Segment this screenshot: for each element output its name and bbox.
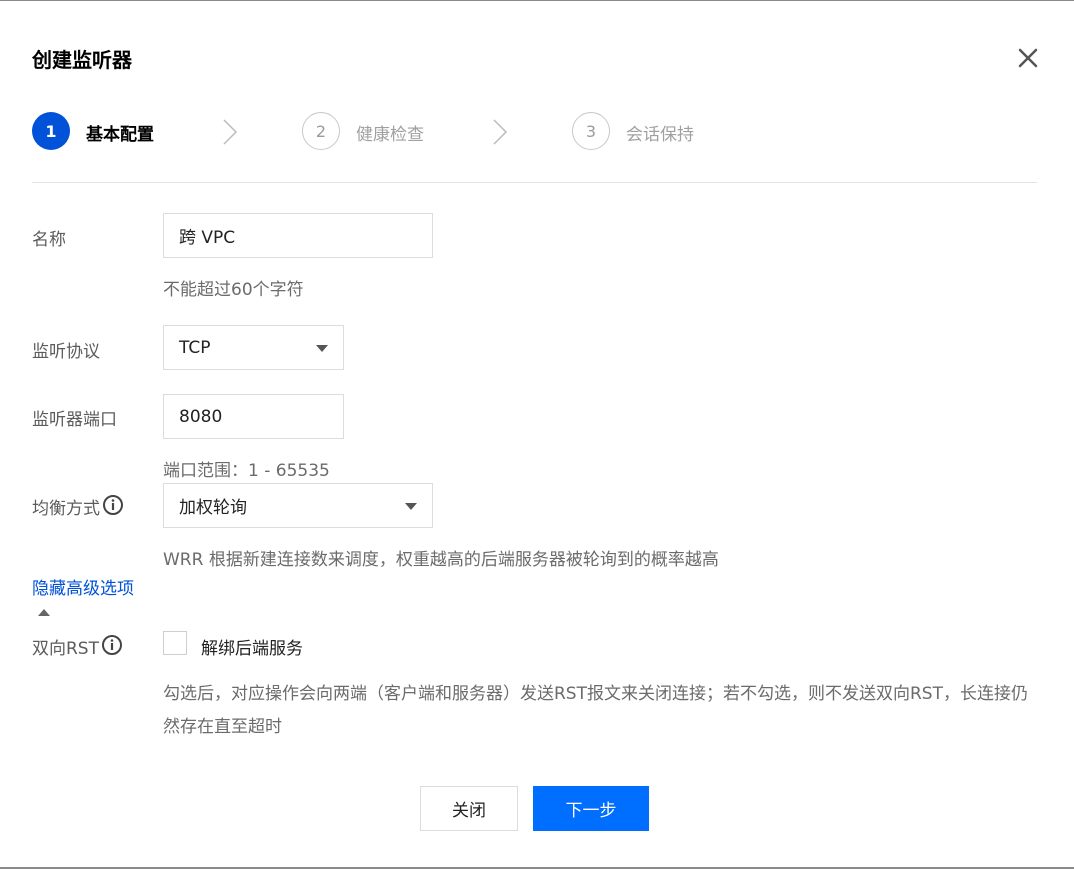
name-input-value: 跨 VPC [179, 228, 236, 248]
balance-select-value: 加权轮询 [179, 498, 247, 518]
port-input[interactable]: 8080 [163, 394, 344, 439]
step-1-label: 基本配置 [86, 125, 154, 145]
balance-label-text: 均衡方式 [32, 499, 100, 519]
port-hint: 端口范围：1 - 65535 [163, 461, 330, 481]
caret-down-icon [316, 345, 328, 352]
info-icon[interactable] [101, 634, 123, 661]
step-2-number: 2 [302, 112, 340, 150]
rst-label: 双向RST [32, 634, 123, 661]
balance-label: 均衡方式 [32, 494, 124, 521]
divider [32, 182, 1037, 183]
balance-select[interactable]: 加权轮询 [163, 483, 433, 528]
rst-hint: 勾选后，对应操作会向两端（客户端和服务器）发送RST报文来关闭连接；若不勾选，则… [163, 684, 1028, 737]
step-3-label: 会话保持 [626, 125, 694, 145]
next-button[interactable]: 下一步 [533, 786, 649, 831]
info-icon[interactable] [102, 494, 124, 521]
step-3-number: 3 [572, 112, 610, 150]
unbind-backend-checkbox[interactable] [163, 631, 187, 655]
name-hint: 不能超过60个字符 [163, 280, 304, 300]
name-label: 名称 [32, 230, 66, 250]
hide-advanced-link[interactable]: 隐藏高级选项 [32, 574, 134, 599]
close-button[interactable]: 关闭 [420, 786, 518, 831]
unbind-backend-label[interactable]: 解绑后端服务 [201, 634, 303, 659]
step-2-label: 健康检查 [356, 125, 424, 145]
name-input[interactable]: 跨 VPC [163, 213, 433, 258]
chevron-right-icon [492, 118, 508, 146]
chevron-right-icon [222, 118, 238, 146]
port-input-value: 8080 [179, 406, 223, 427]
dialog-title: 创建监听器 [32, 48, 132, 72]
bottom-border [0, 867, 1074, 869]
top-border [0, 0, 1074, 1]
rst-label-text: 双向RST [32, 639, 99, 659]
port-label: 监听器端口 [32, 410, 117, 430]
balance-hint: WRR 根据新建连接数来调度，权重越高的后端服务器被轮询到的概率越高 [163, 550, 719, 570]
caret-up-icon[interactable] [38, 609, 50, 616]
step-1-number: 1 [32, 112, 70, 150]
protocol-select[interactable]: TCP [163, 325, 344, 370]
caret-down-icon [405, 503, 417, 510]
protocol-label: 监听协议 [32, 342, 100, 362]
protocol-select-value: TCP [179, 337, 211, 358]
close-icon[interactable] [1015, 45, 1041, 71]
